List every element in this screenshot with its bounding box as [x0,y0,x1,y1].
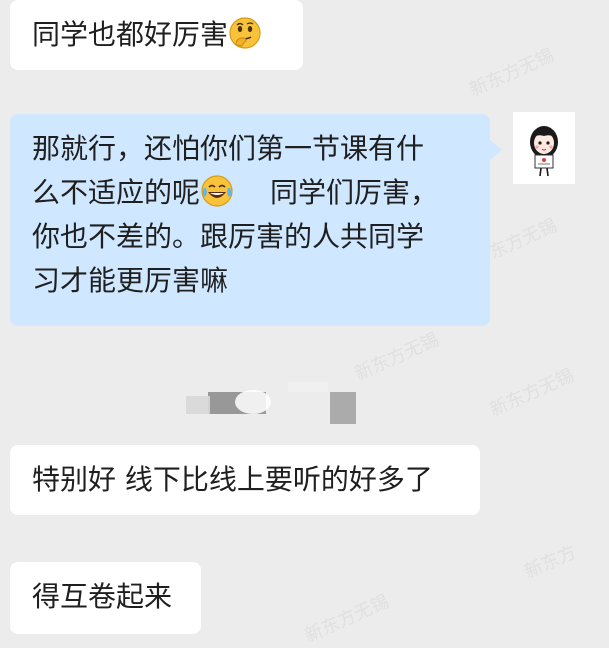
thinking-face-icon [228,16,262,50]
redacted-content [178,374,368,434]
watermark: 新东方无锡 [301,591,393,647]
chat-transcript: 新东方无锡 新东方无锡 新东方无锡 新东方无锡 新东方 新东方无锡 同学也都好厉… [0,0,609,647]
message-line: 么不适应的呢 同学们厉害， [32,172,490,216]
message-bubble: 那就行，还怕你们第一节课有什 么不适应的呢 同学们厉害， 你也不差的。跟厉害的人… [10,114,502,326]
message-text: 特别好 线下比线上要听的好多了 [32,463,433,496]
watermark: 新东方 [521,541,580,583]
message-bubble: 同学也都好厉害 [10,0,303,70]
message-line: 习才能更厉害嘛 [32,264,229,297]
message-line: 你也不差的。跟厉害的人共同学 [32,220,425,253]
message-line: 那就行，还怕你们第一节课有什 [32,132,425,165]
message-bubble: 得互卷起来 [10,562,201,634]
message-text: 得互卷起来 [32,580,173,613]
message-text: 同学也都好厉害 [32,18,229,51]
message-bubble: 特别好 线下比线上要听的好多了 [10,445,480,515]
watermark: 新东方无锡 [466,45,558,101]
watermark: 新东方无锡 [486,365,578,421]
tears-of-joy-icon [200,174,234,208]
message-line-text: 么不适应的呢 [32,176,201,209]
avatar[interactable] [513,112,575,184]
message-line-text: 同学们厉害， [270,176,439,209]
